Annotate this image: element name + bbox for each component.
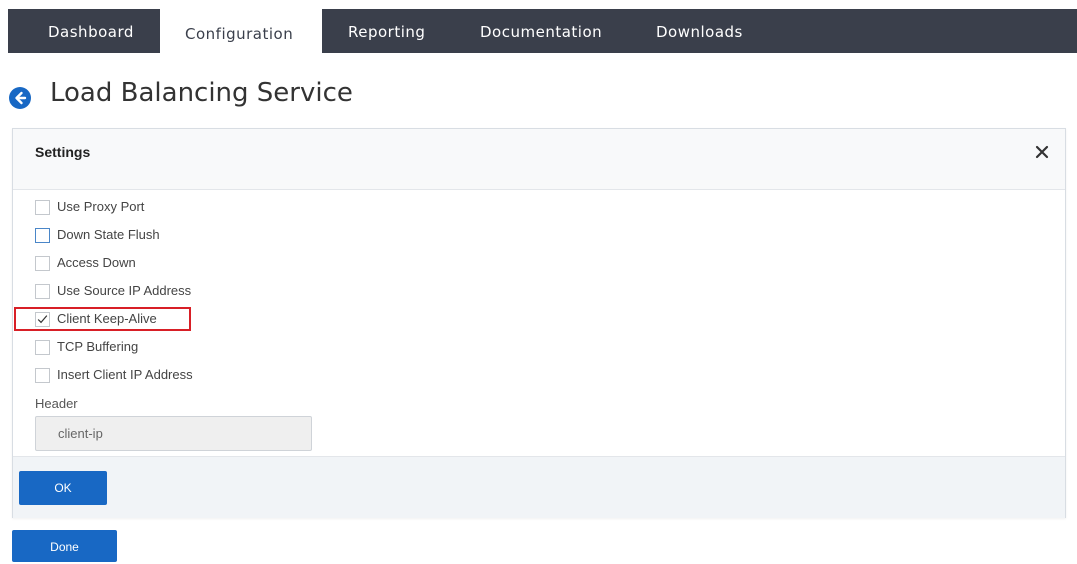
arrow-left-circle-icon[interactable] <box>8 86 32 110</box>
tab-downloads-label: Downloads <box>656 23 743 41</box>
access-down-label: Access Down <box>57 255 136 270</box>
header-field-label: Header <box>35 396 78 411</box>
down-state-flush-checkbox[interactable] <box>35 228 50 243</box>
settings-panel-footer: OK <box>13 456 1065 518</box>
use-proxy-port-label: Use Proxy Port <box>57 199 145 214</box>
tab-documentation-label: Documentation <box>480 23 603 41</box>
tab-downloads[interactable]: Downloads <box>624 9 764 53</box>
settings-title: Settings <box>35 144 91 160</box>
down-state-flush-label: Down State Flush <box>57 227 160 242</box>
use-proxy-port-checkbox[interactable] <box>35 200 50 215</box>
done-button[interactable]: Done <box>12 530 117 562</box>
settings-panel-header: Settings <box>13 129 1065 190</box>
close-icon[interactable] <box>1035 145 1049 159</box>
page-title: Load Balancing Service <box>50 78 353 108</box>
access-down-checkbox[interactable] <box>35 256 50 271</box>
tab-dashboard[interactable]: Dashboard <box>8 9 158 53</box>
tab-documentation[interactable]: Documentation <box>447 9 624 53</box>
ok-button[interactable]: OK <box>19 471 107 505</box>
top-nav-bar: Dashboard Configuration Reporting Docume… <box>8 9 1077 55</box>
tcp-buffering-checkbox[interactable] <box>35 340 50 355</box>
insert-client-ip-label: Insert Client IP Address <box>57 367 193 382</box>
use-source-ip-label: Use Source IP Address <box>57 283 192 298</box>
header-input[interactable]: client-ip <box>35 416 312 451</box>
tab-dashboard-label: Dashboard <box>48 23 134 41</box>
checkmark-icon <box>37 315 48 324</box>
settings-panel: Settings Use Proxy Port Down State Flush… <box>12 128 1066 518</box>
tab-reporting-label: Reporting <box>348 23 426 41</box>
insert-client-ip-checkbox[interactable] <box>35 368 50 383</box>
client-keep-alive-label: Client Keep-Alive <box>57 311 157 326</box>
tab-reporting[interactable]: Reporting <box>322 9 447 53</box>
tab-configuration-label: Configuration <box>185 25 294 43</box>
use-source-ip-checkbox[interactable] <box>35 284 50 299</box>
client-keep-alive-checkbox[interactable] <box>35 312 50 327</box>
tcp-buffering-label: TCP Buffering <box>57 339 139 354</box>
tab-configuration[interactable]: Configuration <box>160 9 322 55</box>
